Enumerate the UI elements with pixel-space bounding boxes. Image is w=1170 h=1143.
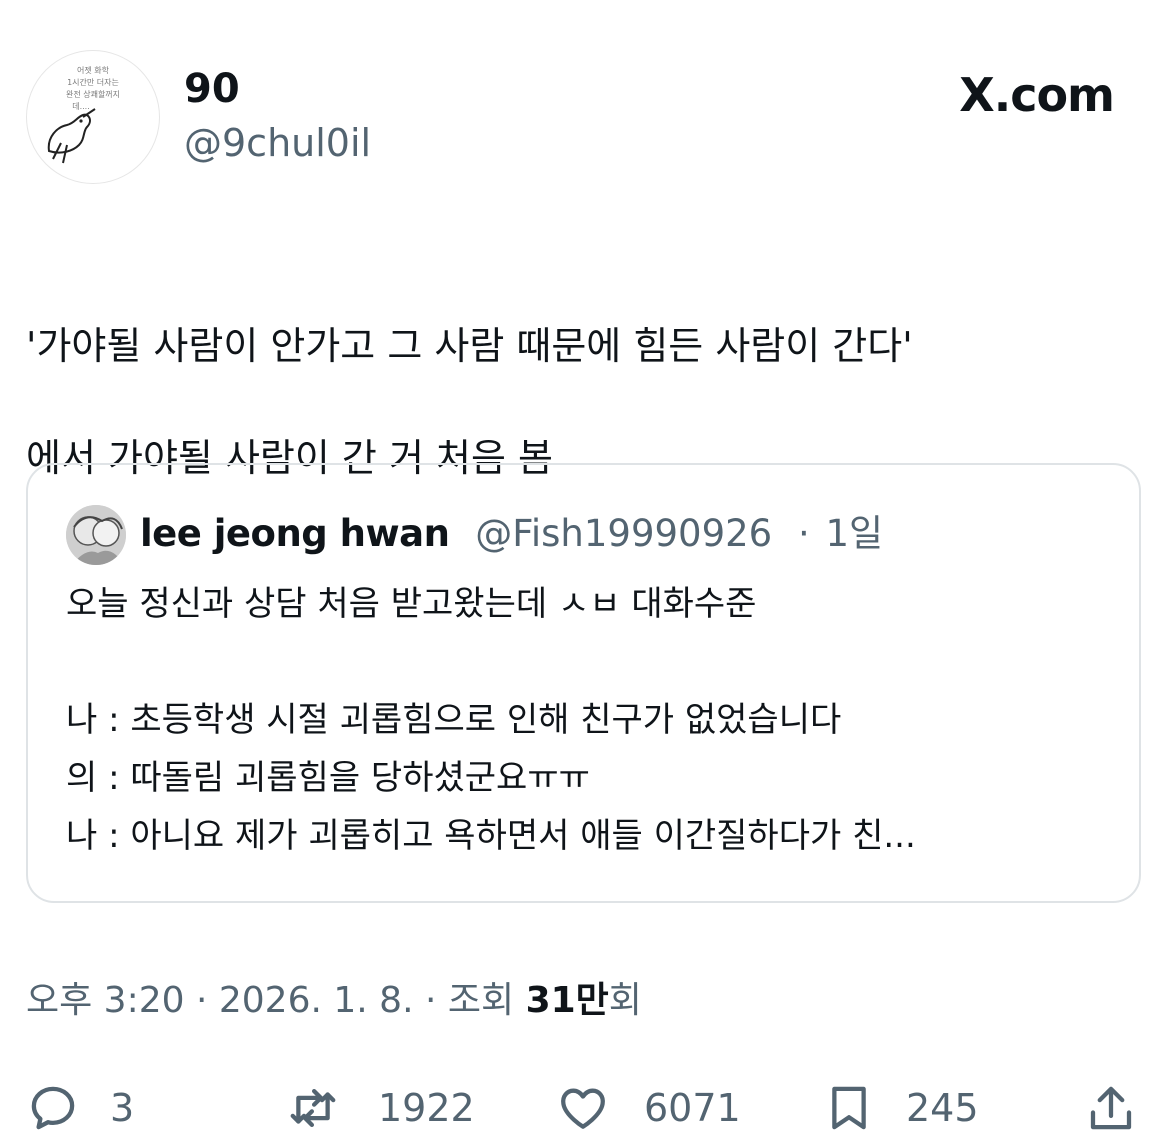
avatar-caption-line: 1시간만 더자는 — [67, 77, 119, 87]
quoted-text-line: 오늘 정신과 상담 처음 받고왔는데 ㅅㅂ 대화수준 — [66, 584, 757, 624]
avatar-caption-line: 어젯 화학 — [77, 65, 110, 75]
quoted-display-name[interactable]: lee jeong hwan — [140, 512, 450, 555]
tweet-text-line: '가야될 사람이 안가고 그 사람 때문에 힘든 사람이 간다' — [26, 324, 913, 368]
tweet-time[interactable]: 오후 3:20 — [26, 980, 185, 1021]
meta-separator: · — [413, 980, 448, 1021]
quoted-header: lee jeong hwan @Fish19990926 · 1일 — [140, 509, 883, 559]
like-button[interactable]: 6071 — [556, 1080, 741, 1136]
quoted-separator: · — [797, 512, 810, 555]
like-count: 6071 — [644, 1086, 741, 1130]
bookmark-icon — [832, 1086, 866, 1130]
reply-count: 3 — [110, 1086, 135, 1130]
action-bar: 3 1922 6071 245 — [0, 1074, 1170, 1143]
retweet-count: 1922 — [378, 1086, 475, 1130]
quoted-avatar[interactable] — [66, 505, 126, 565]
quoted-text-line: 나 : 아니요 제가 괴롭히고 욕하면서 애들 이간질하다가 친... — [66, 816, 916, 856]
reply-button[interactable]: 3 — [26, 1080, 134, 1136]
quoted-text-line — [66, 633, 1106, 691]
views-suffix: 회 — [608, 980, 642, 1021]
quoted-text-line: 나 : 초등학생 시절 괴롭힘으로 인해 친구가 없었습니다 — [66, 700, 842, 740]
retweet-button[interactable]: 1922 — [286, 1080, 475, 1136]
avatar-caption-line: 데.... — [72, 102, 90, 111]
quoted-tweet[interactable]: lee jeong hwan @Fish19990926 · 1일 오늘 정신과… — [26, 463, 1141, 903]
user-handle[interactable]: @9chul0il — [184, 120, 371, 166]
avatar-caption-line: 완전 상쾌할꺼지 — [66, 89, 120, 99]
quoted-text-line: 의 : 따돌림 괴롭힘을 당하셨군요ㅠㅠ — [66, 758, 590, 798]
views-count[interactable]: 31만 — [526, 980, 609, 1021]
tweet-date[interactable]: 2026. 1. 8. — [219, 980, 414, 1021]
views-label: 조회 — [447, 980, 526, 1021]
x-logo: X.com — [959, 68, 1115, 122]
tweet-meta: 오후 3:20 · 2026. 1. 8. · 조회 31만회 — [26, 975, 642, 1027]
retweet-icon — [290, 1088, 336, 1128]
quoted-handle[interactable]: @Fish19990926 — [475, 512, 772, 555]
tweet-header: 어젯 화학 1시간만 더자는 완전 상쾌할꺼지 데.... 90 @9chul0… — [26, 50, 1144, 184]
bookmark-count: 245 — [906, 1086, 979, 1130]
share-button[interactable] — [1084, 1080, 1138, 1136]
reply-icon — [31, 1086, 75, 1130]
avatar-drawing: 어젯 화학 1시간만 더자는 완전 상쾌할꺼지 데.... — [47, 65, 120, 164]
meta-separator: · — [184, 980, 219, 1021]
quoted-timestamp[interactable]: 1일 — [825, 512, 883, 555]
display-name[interactable]: 90 — [184, 66, 240, 112]
bookmark-button[interactable]: 245 — [822, 1080, 979, 1136]
quoted-avatar-drawing — [66, 505, 126, 565]
profile-avatar[interactable]: 어젯 화학 1시간만 더자는 완전 상쾌할꺼지 데.... — [26, 50, 160, 184]
share-icon — [1090, 1086, 1132, 1130]
like-icon — [561, 1088, 605, 1129]
quoted-text: 오늘 정신과 상담 처음 받고왔는데 ㅅㅂ 대화수준 나 : 초등학생 시절 괴… — [66, 575, 1106, 865]
